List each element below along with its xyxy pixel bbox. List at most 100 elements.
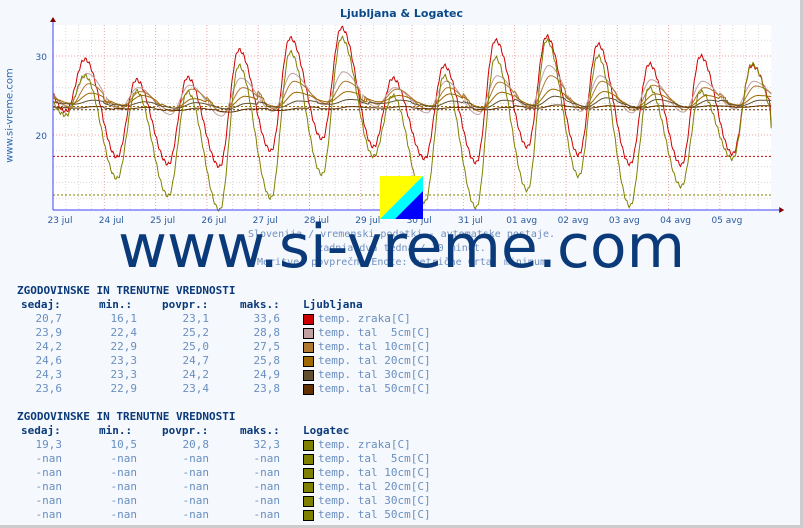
cell-value: 32,3: [253, 438, 281, 451]
legend-swatch: [303, 496, 314, 507]
legend-swatch: [303, 328, 314, 339]
cell-value: -nan: [35, 466, 63, 479]
table-row: 19,3 10,5 20,8 32,3 temp. zraka[C]: [17, 438, 411, 452]
table-heading: ZGODOVINSKE IN TRENUTNE VREDNOSTI: [17, 284, 236, 297]
logo-icon: [380, 176, 423, 219]
cell-value: -nan: [110, 494, 138, 507]
cell-value: 23,1: [182, 312, 210, 325]
table-row: -nan -nan -nan -nan temp. tal 30cm[C]: [17, 494, 431, 508]
station-name: Logatec: [303, 424, 350, 437]
cell-value: 25,8: [253, 354, 281, 367]
legend-swatch: [303, 356, 314, 367]
cell-value: -nan: [110, 466, 138, 479]
cell-value: -nan: [110, 452, 138, 465]
column-header: povpr.:: [162, 298, 209, 311]
legend-swatch: [303, 384, 314, 395]
cell-value: -nan: [182, 494, 210, 507]
stats-table-logatec: ZGODOVINSKE IN TRENUTNE VREDNOSTI sedaj: m…: [17, 410, 431, 522]
cell-value: -nan: [253, 466, 281, 479]
column-header: povpr.:: [162, 424, 209, 437]
series-label: temp. tal 50cm[C]: [318, 508, 431, 521]
cell-value: -nan: [253, 494, 281, 507]
cell-value: -nan: [110, 508, 138, 521]
cell-value: -nan: [35, 480, 63, 493]
table-row: 20,7 16,1 23,1 33,6 temp. zraka[C]: [17, 312, 411, 326]
station-name: Ljubljana: [303, 298, 363, 311]
cell-value: 23,8: [253, 382, 281, 395]
legend-swatch: [303, 342, 314, 353]
cell-value: 25,0: [182, 340, 210, 353]
cell-value: -nan: [182, 466, 210, 479]
cell-value: -nan: [110, 480, 138, 493]
legend-swatch: [303, 370, 314, 381]
legend-swatch: [303, 482, 314, 493]
column-header: maks.:: [240, 298, 280, 311]
series-label: temp. zraka[C]: [318, 312, 411, 325]
legend-swatch: [303, 314, 314, 325]
cell-value: 27,5: [253, 340, 281, 353]
cell-value: 10,5: [110, 438, 138, 451]
series-label: temp. tal 30cm[C]: [318, 494, 431, 507]
table-row: 24,3 23,3 24,2 24,9 temp. tal 30cm[C]: [17, 368, 431, 382]
series-label: temp. tal 5cm[C]: [318, 326, 431, 339]
cell-value: 20,8: [182, 438, 210, 451]
cell-value: -nan: [253, 508, 281, 521]
cell-value: 23,3: [110, 354, 138, 367]
table-row: 23,9 22,4 25,2 28,8 temp. tal 5cm[C]: [17, 326, 431, 340]
cell-value: -nan: [253, 480, 281, 493]
cell-value: 24,3: [35, 368, 63, 381]
cell-value: 23,6: [35, 382, 63, 395]
legend-swatch: [303, 454, 314, 465]
cell-value: 24,2: [182, 368, 210, 381]
cell-value: 16,1: [110, 312, 138, 325]
table-row: 24,6 23,3 24,7 25,8 temp. tal 20cm[C]: [17, 354, 431, 368]
cell-value: 24,7: [182, 354, 210, 367]
series-label: temp. tal 20cm[C]: [318, 480, 431, 493]
legend-swatch: [303, 468, 314, 479]
table-row: -nan -nan -nan -nan temp. tal 20cm[C]: [17, 480, 431, 494]
cell-value: 23,9: [35, 326, 63, 339]
cell-value: 33,6: [253, 312, 281, 325]
cell-value: -nan: [35, 508, 63, 521]
cell-value: 24,9: [253, 368, 281, 381]
table-row: -nan -nan -nan -nan temp. tal 50cm[C]: [17, 508, 431, 522]
table-header-row: sedaj: min.: povpr.: maks.: Ljubljana: [17, 298, 363, 312]
cell-value: -nan: [253, 452, 281, 465]
y-axis-arrow-icon: [50, 17, 56, 22]
column-header: min.:: [99, 298, 133, 311]
cell-value: 24,6: [35, 354, 63, 367]
cell-value: 20,7: [35, 312, 63, 325]
cell-value: -nan: [35, 494, 63, 507]
legend-swatch: [303, 510, 314, 521]
page: Ljubljana & Logatec www.si-vreme.com 23 …: [0, 0, 803, 528]
column-header: sedaj:: [21, 298, 61, 311]
cell-value: 24,2: [35, 340, 63, 353]
cell-value: 22,9: [110, 382, 138, 395]
series-label: temp. tal 20cm[C]: [318, 354, 431, 367]
cell-value: 23,3: [110, 368, 138, 381]
y-tick-label: 30: [36, 53, 48, 63]
table-row: -nan -nan -nan -nan temp. tal 10cm[C]: [17, 466, 431, 480]
column-header: sedaj:: [21, 424, 61, 437]
series-label: temp. tal 10cm[C]: [318, 466, 431, 479]
series-label: temp. tal 10cm[C]: [318, 340, 431, 353]
table-row: 24,2 22,9 25,0 27,5 temp. tal 10cm[C]: [17, 340, 431, 354]
table-heading: ZGODOVINSKE IN TRENUTNE VREDNOSTI: [17, 410, 236, 423]
table-row: 23,6 22,9 23,4 23,8 temp. tal 50cm[C]: [17, 382, 431, 396]
table-header-row: sedaj: min.: povpr.: maks.: Logatec: [17, 424, 349, 438]
cell-value: 19,3: [35, 438, 63, 451]
cell-value: 28,8: [253, 326, 281, 339]
series-label: temp. tal 30cm[C]: [318, 368, 431, 381]
y-tick-label: 20: [36, 132, 48, 142]
column-header: min.:: [99, 424, 133, 437]
cell-value: 22,9: [110, 340, 138, 353]
cell-value: 25,2: [182, 326, 210, 339]
cell-value: -nan: [35, 452, 63, 465]
table-row: -nan -nan -nan -nan temp. tal 5cm[C]: [17, 452, 431, 466]
series-label: temp. tal 5cm[C]: [318, 452, 431, 465]
watermark: www.si-vreme.com: [117, 212, 686, 282]
cell-value: -nan: [182, 452, 210, 465]
cell-value: -nan: [182, 480, 210, 493]
legend-swatch: [303, 440, 314, 451]
series-label: temp. tal 50cm[C]: [318, 382, 431, 395]
